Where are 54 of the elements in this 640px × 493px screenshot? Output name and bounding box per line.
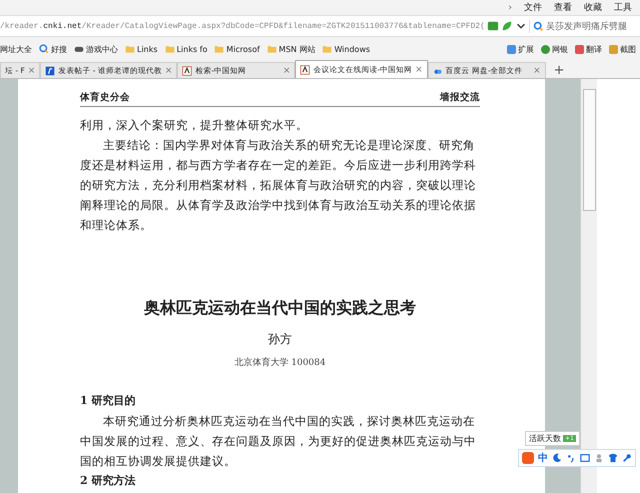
- ime-logo-icon[interactable]: [522, 452, 534, 464]
- section-heading: 2 研究方法: [80, 473, 136, 489]
- article-title: 奥林匹克运动在当代中国的实践之思考: [142, 297, 417, 319]
- folder-icon: [214, 44, 224, 54]
- bookmark-item[interactable]: Microsof: [214, 44, 260, 54]
- section-heading: 1 研究目的: [80, 393, 136, 409]
- paragraph: 主要结论：国内学界对体育与政治关系的研究无论是理论深度、研究角度还是材料运用，都与西方学者存在一定的差距。今后应进一步利用跨学科的研究方法，充分利用档案材料，拓展体育与政治研究的内容，突破以理论阐释理论的局限。从体育学及政治学中找到体育与政治互动关系的理论依据和理论体系。: [80, 137, 477, 234]
- header-text: 墙报交流: [440, 91, 480, 104]
- input-mode-toggle[interactable]: 中: [538, 451, 548, 465]
- folder-icon: [125, 44, 135, 54]
- search-icon[interactable]: [532, 20, 544, 32]
- scrollbar[interactable]: [580, 79, 597, 493]
- bookmark-item[interactable]: 好搜: [39, 44, 67, 54]
- toolbar-button[interactable]: 扩展: [507, 44, 534, 54]
- search-field[interactable]: 吴莎发声明痛斥劈腿: [528, 20, 640, 32]
- toolbar-button[interactable]: 网银: [541, 44, 568, 54]
- menu-item[interactable]: 收藏: [584, 1, 602, 14]
- bookmark-item[interactable]: Links fo: [164, 44, 208, 54]
- moon-icon[interactable]: [552, 453, 562, 463]
- paragraph: 本研究通过分析奥林匹克运动在当代中国的实践，探讨奥林匹克运动在中国发展的过程、意义、存在问题及原因，为更好的促进奥林匹克运动与中国的相互协调发展提供建议。: [80, 413, 477, 470]
- close-icon[interactable]: ×: [28, 66, 36, 76]
- paragraph: 利用，深入个案研究，提升整体研究水平。: [80, 117, 309, 134]
- menu-item[interactable]: 工具: [614, 1, 632, 14]
- site-logo-icon: [45, 66, 56, 76]
- tooltip-text: 活跃天数: [529, 433, 562, 444]
- site-logo-icon: [300, 64, 310, 74]
- close-icon[interactable]: ×: [533, 66, 541, 76]
- bookmark-item[interactable]: 游戏中心: [74, 44, 118, 54]
- folder-icon: [322, 44, 332, 54]
- author-name: 孙方: [267, 331, 293, 347]
- close-icon[interactable]: ×: [164, 66, 172, 76]
- punctuation-icon[interactable]: [566, 453, 576, 463]
- new-tab-button[interactable]: +: [546, 63, 573, 78]
- close-icon[interactable]: ×: [282, 66, 290, 76]
- bookmark-item[interactable]: MSN 网站: [266, 44, 316, 54]
- header-text: 体育史分会: [80, 91, 130, 104]
- menu-item[interactable]: 文件: [524, 1, 542, 14]
- chevron-icon[interactable]: ›: [508, 2, 512, 12]
- address-field[interactable]: /kreader.cnki.net/Kreader/CatalogViewPage.aspx?dbCode=CPFD&filename=ZGTK201511003776&tablename=CPFD2(: [0, 21, 485, 31]
- affiliation: 北京体育大学 100084: [233, 357, 327, 369]
- gamepad-icon: [74, 44, 84, 54]
- bookmark-item[interactable]: Windows: [322, 44, 370, 54]
- close-icon[interactable]: ×: [415, 64, 423, 74]
- toolbar-button[interactable]: 截图: [609, 44, 636, 54]
- bookmark-item[interactable]: 网址大全: [0, 44, 32, 54]
- keyboard-icon[interactable]: [580, 453, 590, 463]
- bookmark-item[interactable]: Links: [125, 44, 158, 54]
- shirt-icon[interactable]: [608, 453, 618, 463]
- folder-icon: [266, 44, 277, 54]
- folder-icon: [164, 44, 175, 54]
- toolbar-button[interactable]: 翻译: [575, 44, 602, 54]
- menu-item[interactable]: 查看: [554, 1, 572, 14]
- site-logo-icon: [182, 66, 192, 76]
- search-icon: [39, 44, 49, 54]
